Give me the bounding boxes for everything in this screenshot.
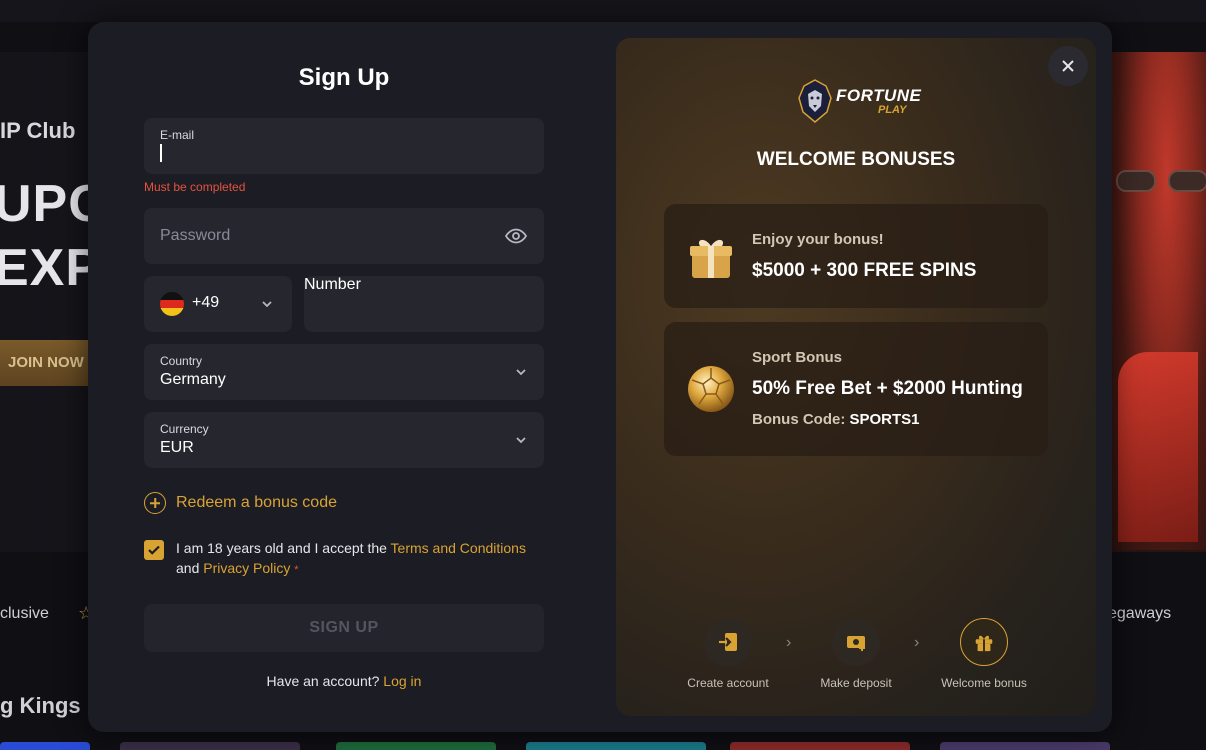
welcome-bonus-panel: FORTUNE PLAY WELCOME BONUSES Enjoy your … (616, 38, 1096, 716)
terms-and-conditions-link[interactable]: Terms and Conditions (391, 540, 526, 556)
currency-value: EUR (160, 439, 194, 456)
country-code-value: +49 (192, 294, 220, 311)
step-create-account: Create account (658, 618, 798, 690)
email-label: E-mail (160, 128, 195, 142)
step-welcome-bonus: Welcome bonus (914, 618, 1054, 690)
deposit-icon (847, 636, 865, 651)
check-icon (148, 545, 160, 555)
terms-text-before: I am 18 years old and I accept the (176, 540, 391, 556)
country-label: Country (160, 354, 203, 368)
top-navigation-bar (0, 0, 1206, 22)
country-code-select[interactable]: +49 (144, 276, 292, 332)
casino-bonus-subtitle: Enjoy your bonus! (752, 231, 884, 248)
game-thumbnail[interactable] (730, 742, 910, 750)
welcome-bonuses-title: WELCOME BONUSES (756, 149, 956, 170)
step-make-deposit: Make deposit (786, 618, 926, 690)
close-icon (1062, 60, 1074, 72)
phone-number-placeholder: Number (304, 276, 361, 293)
step-label: Welcome bonus (941, 676, 1027, 690)
chevron-down-icon (516, 437, 526, 444)
terms-text-and: and (176, 560, 204, 576)
gift-box-icon (690, 239, 732, 278)
password-placeholder: Password (160, 227, 231, 244)
category-tab-megaways[interactable]: egaways (1108, 605, 1171, 623)
fortune-play-logo: FORTUNE PLAY (796, 78, 926, 124)
eye-icon[interactable] (504, 224, 528, 248)
germany-flag-icon (160, 292, 184, 316)
gold-ball-icon (688, 366, 734, 412)
step-label: Make deposit (820, 676, 892, 690)
game-thumbnail[interactable] (0, 742, 90, 750)
step-label: Create account (687, 676, 769, 690)
sport-bonus-code: Bonus Code: SPORTS1 (752, 411, 920, 428)
casino-bonus-card: Enjoy your bonus! $5000 + 300 FREE SPINS (664, 204, 1048, 308)
plus-circle-icon (144, 492, 166, 514)
game-thumbnail[interactable] (940, 742, 1110, 750)
login-icon (719, 633, 737, 651)
step-circle (832, 618, 880, 666)
game-thumbnail[interactable] (526, 742, 706, 750)
gift-icon (975, 635, 993, 652)
sport-bonus-headline: 50% Free Bet + $2000 Hunting (752, 378, 1023, 399)
phone-number-input[interactable]: Number (304, 276, 544, 332)
join-now-button[interactable]: JOIN NOW (0, 340, 100, 386)
bonus-steps: Create account › Make deposit › Welcome … (616, 618, 1096, 698)
casino-bonus-headline: $5000 + 300 FREE SPINS (752, 260, 977, 281)
section-title-kings: g Kings (0, 693, 81, 718)
hero-lion-image (1108, 52, 1206, 550)
step-circle (704, 618, 752, 666)
bonus-code-value: SPORTS1 (849, 411, 920, 428)
close-button[interactable] (1048, 46, 1088, 86)
redeem-bonus-code-link[interactable]: Redeem a bonus code (144, 492, 337, 514)
logo-word-play: PLAY (878, 104, 907, 116)
terms-text: I am 18 years old and I accept the Terms… (176, 538, 544, 580)
sport-bonus-card: Sport Bonus 50% Free Bet + $2000 Hunting… (664, 322, 1048, 456)
country-value: Germany (160, 371, 226, 388)
have-account-text: Have an account? (266, 673, 384, 689)
game-thumbnail[interactable] (336, 742, 496, 750)
step-circle (960, 618, 1008, 666)
email-field[interactable]: E-mail (144, 118, 544, 174)
lion-logo-icon (798, 79, 832, 123)
sport-bonus-subtitle: Sport Bonus (752, 349, 842, 366)
bonus-code-label: Bonus Code: (752, 411, 850, 428)
hero-vip-label: IP Club (0, 118, 76, 143)
privacy-policy-link[interactable]: Privacy Policy (203, 560, 290, 576)
game-thumbnail[interactable] (120, 742, 300, 750)
login-prompt: Have an account? Log in (144, 673, 544, 689)
terms-checkbox[interactable] (144, 540, 164, 560)
email-error-message: Must be completed (144, 180, 246, 194)
password-field[interactable]: Password (144, 208, 544, 264)
login-link[interactable]: Log in (383, 673, 421, 689)
chevron-down-icon (516, 369, 526, 376)
signup-title: Sign Up (298, 64, 390, 91)
currency-label: Currency (160, 422, 209, 436)
currency-select[interactable]: Currency EUR (144, 412, 544, 468)
text-cursor (160, 144, 162, 162)
category-tab-exclusive[interactable]: clusive (0, 605, 49, 623)
logo-word-fortune: FORTUNE (836, 86, 922, 105)
chevron-down-icon (262, 301, 272, 308)
country-select[interactable]: Country Germany (144, 344, 544, 400)
required-mark: * (294, 564, 299, 576)
signup-modal: Sign Up E-mail Must be completed Passwor… (88, 22, 1112, 732)
redeem-bonus-code-label: Redeem a bonus code (176, 494, 337, 511)
signup-button[interactable]: SIGN UP (144, 604, 544, 652)
